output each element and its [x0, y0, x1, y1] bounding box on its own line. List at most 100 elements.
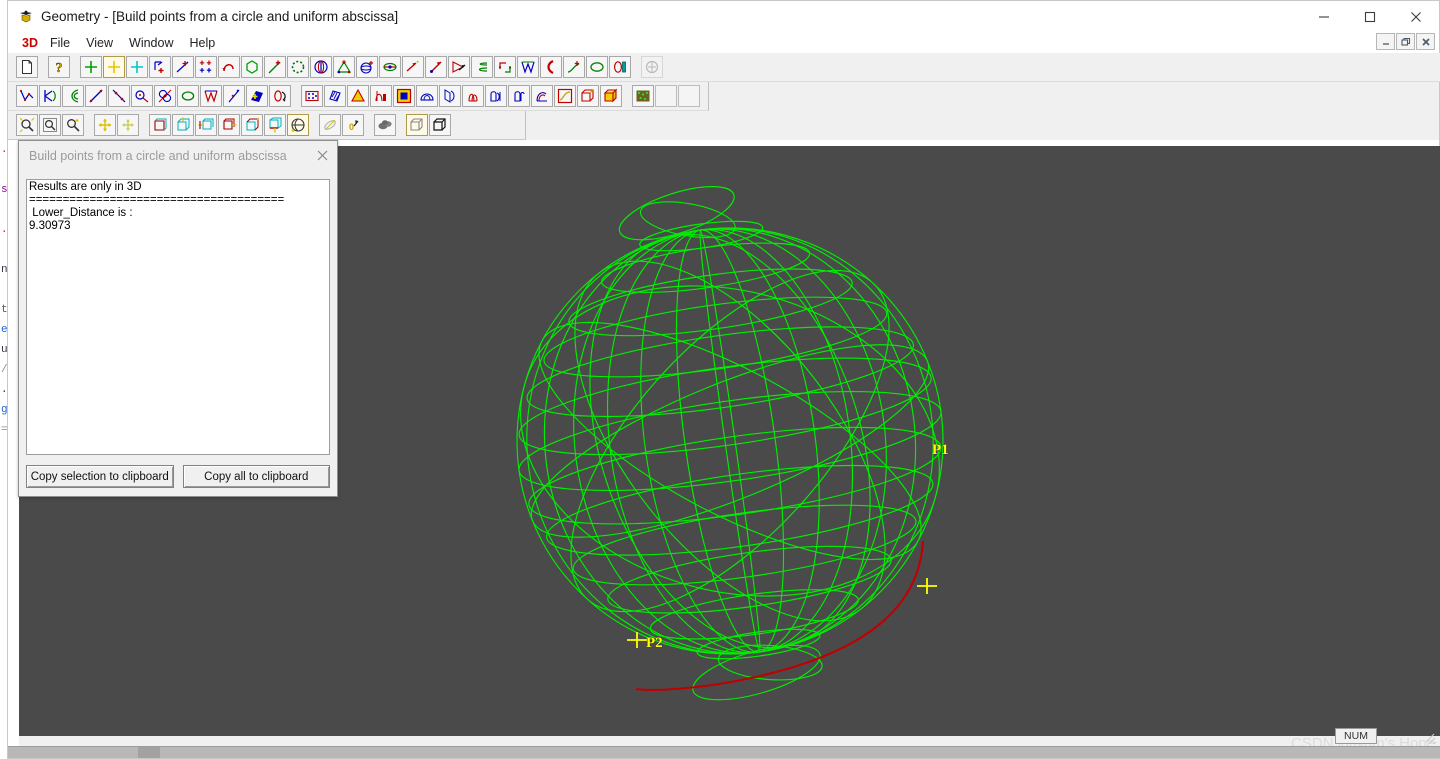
view-iso-button[interactable]: [287, 114, 309, 136]
angle-arrow-button[interactable]: [448, 56, 470, 78]
zoom-window-button[interactable]: [16, 114, 38, 136]
cone-button[interactable]: [347, 85, 369, 107]
tube-surface-button[interactable]: [508, 85, 530, 107]
parallel-curves-button[interactable]: [471, 56, 493, 78]
revolve-button[interactable]: [609, 56, 631, 78]
result-line: ======================================: [29, 194, 285, 206]
dotted-circle-button[interactable]: [287, 56, 309, 78]
menu-item-window[interactable]: Window: [121, 34, 181, 52]
menu-item-view[interactable]: View: [78, 34, 121, 52]
menu-item-3d[interactable]: 3D: [17, 34, 42, 52]
dome-surface-button[interactable]: [416, 85, 438, 107]
point-marker-p2: [627, 632, 647, 648]
sphere-dot-button[interactable]: [356, 56, 378, 78]
zoom-out-button[interactable]: [62, 114, 84, 136]
point-on-line-button[interactable]: [172, 56, 194, 78]
blank-tool-button[interactable]: [678, 85, 700, 107]
toolbar-row-view: 0: [8, 111, 526, 140]
triangle-points-button[interactable]: [333, 56, 355, 78]
result-line: Lower_Distance is :: [29, 207, 133, 219]
textured-patch-button[interactable]: [632, 85, 654, 107]
view-top-button[interactable]: [172, 114, 194, 136]
loop-arrow-button[interactable]: [269, 85, 291, 107]
polyline-red-button[interactable]: [200, 85, 222, 107]
window-close-button[interactable]: [1393, 1, 1439, 32]
rotate-origin-button[interactable]: 0: [342, 114, 364, 136]
view-front-button[interactable]: [149, 114, 171, 136]
curve-plus-button[interactable]: [563, 56, 585, 78]
polyline-zigzag-button[interactable]: [517, 56, 539, 78]
pan-view-button[interactable]: [94, 114, 116, 136]
dialog-title-bar: Build points from a circle and uniform a…: [19, 141, 337, 170]
window-maximize-button[interactable]: [1347, 1, 1393, 32]
filled-square-button[interactable]: [393, 85, 415, 107]
surface-fill-button[interactable]: [246, 85, 268, 107]
toolbar-separator: [397, 114, 406, 136]
ellipse-green-button[interactable]: [586, 56, 608, 78]
line-dots-button[interactable]: [108, 85, 130, 107]
dialog-title: Build points from a circle and uniform a…: [29, 148, 287, 163]
blank-tool-button[interactable]: [655, 85, 677, 107]
pan-axis-button[interactable]: [117, 114, 139, 136]
mdi-close-button[interactable]: [1416, 33, 1435, 50]
ellipse-outline-button[interactable]: [177, 85, 199, 107]
points-multiple-button[interactable]: [195, 56, 217, 78]
render-shaded-button[interactable]: [374, 114, 396, 136]
resize-grip-icon[interactable]: [1421, 729, 1437, 745]
two-circles-button[interactable]: [154, 85, 176, 107]
copy-all-button[interactable]: Copy all to clipboard: [182, 465, 330, 488]
menu-item-help[interactable]: Help: [181, 34, 223, 52]
rotate-free-button[interactable]: [319, 114, 341, 136]
view-back-button[interactable]: [241, 114, 263, 136]
new-document-button[interactable]: [16, 56, 38, 78]
point-green-plus-button[interactable]: [80, 56, 102, 78]
view-bottom-button[interactable]: [264, 114, 286, 136]
geometry-app-icon: [18, 9, 34, 25]
mdi-minimize-button[interactable]: [1376, 33, 1395, 50]
box-solid-button[interactable]: [600, 85, 622, 107]
toolbar-separator: [292, 85, 301, 107]
segment-button[interactable]: [85, 85, 107, 107]
fold-surface-button[interactable]: [439, 85, 461, 107]
results-listbox[interactable]: Results are only in 3D =================…: [26, 179, 330, 455]
ruled-surface-button[interactable]: [370, 85, 392, 107]
title-bar: Geometry - [Build points from a circle a…: [8, 1, 1439, 32]
view-right-button[interactable]: [218, 114, 240, 136]
ellipse-axis-button[interactable]: [379, 56, 401, 78]
vault-surface-button[interactable]: [485, 85, 507, 107]
arc-c-button[interactable]: [62, 85, 84, 107]
arc-red-button[interactable]: [540, 56, 562, 78]
dialog-close-icon[interactable]: [313, 146, 331, 164]
sweep-surface-button[interactable]: [462, 85, 484, 107]
grid-surface-button[interactable]: [301, 85, 323, 107]
points-move-button[interactable]: [494, 56, 516, 78]
curve-surface-button[interactable]: [554, 85, 576, 107]
line-star-button[interactable]: [223, 85, 245, 107]
mdi-restore-button[interactable]: [1396, 33, 1415, 50]
help-query-button[interactable]: ?: [48, 56, 70, 78]
wireframe-mode-button[interactable]: [406, 114, 428, 136]
point-label-p1: P1: [932, 442, 949, 458]
point-yellow-plus-button[interactable]: [103, 56, 125, 78]
copy-selection-button[interactable]: Copy selection to clipboard: [26, 465, 174, 488]
segment-plus-button[interactable]: [264, 56, 286, 78]
split-circle-button[interactable]: [310, 56, 332, 78]
solid-mode-button[interactable]: [429, 114, 451, 136]
point-label-p2: P2: [646, 635, 663, 651]
point-cyan-plus-button[interactable]: [126, 56, 148, 78]
undo-arc-button[interactable]: [218, 56, 240, 78]
view-left-button[interactable]: [195, 114, 217, 136]
box-wire-button[interactable]: [577, 85, 599, 107]
circle-tangent-button[interactable]: [131, 85, 153, 107]
zoom-all-button[interactable]: [39, 114, 61, 136]
vector-small-button[interactable]: [402, 56, 424, 78]
fan-surface-button[interactable]: [531, 85, 553, 107]
spline-curve-button[interactable]: [16, 85, 38, 107]
hatched-surface-button[interactable]: [324, 85, 346, 107]
point-translate-button[interactable]: [149, 56, 171, 78]
window-minimize-button[interactable]: [1301, 1, 1347, 32]
menu-item-file[interactable]: File: [42, 34, 78, 52]
vector-button[interactable]: [425, 56, 447, 78]
polygon-circle-button[interactable]: [241, 56, 263, 78]
bracket-curve-button[interactable]: [39, 85, 61, 107]
